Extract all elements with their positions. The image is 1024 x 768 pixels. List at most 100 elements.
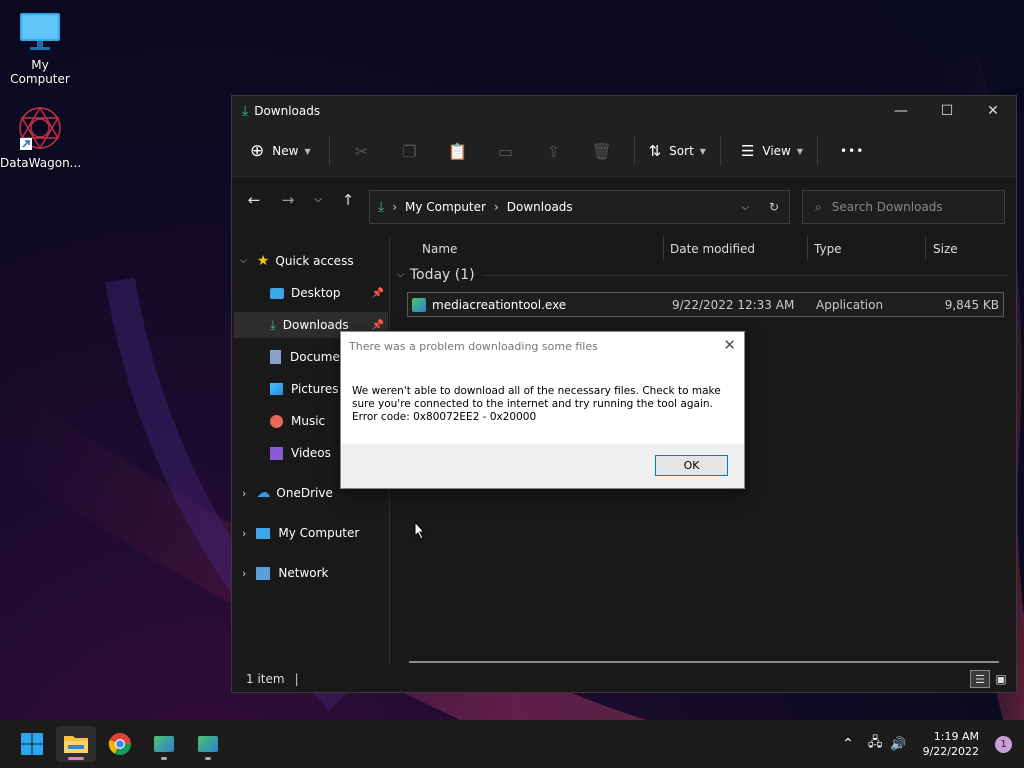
- notification-badge[interactable]: 1: [995, 735, 1012, 753]
- horizontal-scrollbar[interactable]: [409, 661, 999, 663]
- divider: [807, 236, 808, 260]
- column-header-name[interactable]: Name: [422, 242, 457, 256]
- download-icon: ⤓: [378, 199, 385, 215]
- divider: |: [294, 672, 299, 686]
- taskbar-chrome[interactable]: [100, 726, 140, 762]
- copy-icon[interactable]: ❐: [386, 142, 434, 161]
- dialog-message-line: sure you're connected to the internet an…: [352, 398, 713, 410]
- sidebar-item-pictures[interactable]: Pictures: [270, 376, 339, 402]
- divider: [925, 236, 926, 260]
- network-status-icon[interactable]: 🖧: [868, 733, 883, 755]
- sidebar-item-label: Desktop: [291, 286, 341, 300]
- sort-icon: ⇅: [648, 142, 662, 160]
- pictures-icon: [270, 383, 283, 395]
- pin-icon[interactable]: 📌: [372, 320, 384, 331]
- chevron-down-icon: ⌵: [397, 270, 404, 280]
- desktop-icon-my-computer[interactable]: My Computer: [0, 10, 80, 86]
- sidebar-item-videos[interactable]: Videos: [270, 440, 331, 466]
- share-icon[interactable]: ⇪: [530, 142, 578, 161]
- divider: [633, 136, 635, 166]
- back-arrow-icon[interactable]: ←: [239, 191, 269, 209]
- title-bar[interactable]: ⤓ Downloads — ☐ ✕: [232, 96, 1016, 126]
- error-code: Error code: 0x80072EE2 - 0x20000: [352, 411, 537, 423]
- sidebar-item-label: Pictures: [291, 382, 339, 396]
- paste-icon[interactable]: 📋: [434, 142, 482, 161]
- status-bar: 1 item | ☰ ▣: [232, 666, 1016, 692]
- dialog-message-line: We weren't able to download all of the n…: [352, 385, 721, 397]
- chevron-right-icon: ›: [242, 566, 247, 580]
- datawagon-logo-icon: [16, 104, 64, 152]
- sidebar-item-desktop[interactable]: Desktop 📌: [270, 280, 388, 306]
- tiles-view-icon[interactable]: ▣: [992, 670, 1010, 688]
- column-header-type[interactable]: Type: [814, 242, 842, 256]
- close-button[interactable]: ✕: [970, 96, 1016, 126]
- recent-locations-chevron-icon[interactable]: ⌵: [303, 194, 333, 205]
- desktop-folder-icon: [270, 287, 284, 299]
- file-type: Application: [816, 297, 884, 312]
- table-row[interactable]: mediacreationtool.exe 9/22/2022 12:33 AM…: [407, 292, 1004, 317]
- volume-icon[interactable]: 🔊: [890, 737, 906, 752]
- windows-logo-icon: [21, 733, 43, 755]
- rename-icon[interactable]: ▭: [482, 142, 530, 161]
- more-options-button[interactable]: •••: [840, 144, 864, 158]
- sidebar-item-onedrive[interactable]: › ☁ OneDrive: [242, 480, 333, 506]
- new-button[interactable]: ⊕ New ▼: [250, 141, 311, 161]
- sidebar-item-network[interactable]: › Network: [242, 560, 329, 586]
- divider: [663, 236, 664, 260]
- cut-icon[interactable]: ✂: [338, 142, 386, 161]
- group-header[interactable]: ⌵ Today (1): [397, 267, 1007, 283]
- clock-time: 1:19 AM: [933, 730, 979, 743]
- divider: [482, 274, 1007, 276]
- minimize-button[interactable]: —: [878, 96, 924, 126]
- network-icon: [256, 566, 271, 580]
- active-indicator: [68, 757, 84, 760]
- forward-arrow-icon[interactable]: →: [273, 191, 303, 209]
- sidebar-item-quick-access[interactable]: ⌵ ★ Quick access: [240, 248, 354, 274]
- error-dialog: There was a problem downloading some fil…: [340, 331, 745, 489]
- ok-button[interactable]: OK: [655, 455, 728, 476]
- desktop-icon-datawagon[interactable]: DataWagon...: [0, 104, 81, 170]
- taskbar-media-creation-tool-1[interactable]: [144, 726, 184, 762]
- videos-icon: [270, 446, 283, 460]
- sort-label: Sort: [669, 144, 694, 158]
- divider: [719, 136, 721, 166]
- more-icon: •••: [840, 144, 865, 158]
- details-view-icon[interactable]: ☰: [970, 670, 990, 688]
- sort-button[interactable]: ⇅ Sort ▼: [649, 142, 706, 160]
- view-list-icon: ☰: [740, 142, 755, 160]
- taskbar-file-explorer[interactable]: [56, 726, 96, 762]
- address-dropdown-icon[interactable]: ⌵: [741, 202, 749, 213]
- chevron-down-icon: ▼: [699, 146, 706, 156]
- star-icon: ★: [256, 253, 270, 269]
- pin-icon[interactable]: 📌: [372, 288, 384, 299]
- divider: [817, 136, 819, 166]
- document-icon: [270, 350, 281, 364]
- delete-icon[interactable]: 🗑: [578, 142, 626, 161]
- sidebar-item-music[interactable]: Music: [270, 408, 325, 434]
- taskbar-media-creation-tool-2[interactable]: [188, 726, 228, 762]
- plus-circle-icon: ⊕: [250, 141, 265, 161]
- search-input[interactable]: ⌕ Search Downloads: [802, 190, 1005, 224]
- installer-icon: [412, 297, 426, 312]
- column-header-size[interactable]: Size: [933, 242, 958, 256]
- chevron-right-icon: ›: [242, 526, 247, 540]
- folder-icon: [64, 736, 88, 753]
- refresh-icon[interactable]: ↻: [769, 200, 779, 214]
- start-button[interactable]: [12, 726, 52, 762]
- sidebar-item-my-computer[interactable]: › My Computer: [242, 520, 359, 546]
- clock[interactable]: 1:19 AM 9/22/2022: [923, 729, 979, 759]
- up-arrow-icon[interactable]: ↑: [333, 191, 363, 209]
- window-title: Downloads: [254, 104, 321, 118]
- breadcrumb-downloads[interactable]: Downloads: [507, 200, 573, 214]
- new-label: New: [272, 144, 299, 158]
- address-bar[interactable]: ⤓ › My Computer › Downloads ⌵ ↻: [369, 190, 790, 224]
- view-button[interactable]: ☰ View ▼: [741, 142, 803, 160]
- show-hidden-icons-chevron-icon[interactable]: ⌃: [842, 736, 854, 752]
- cloud-icon: ☁: [256, 485, 271, 501]
- close-icon[interactable]: ✕: [723, 336, 736, 354]
- column-header-date[interactable]: Date modified: [670, 242, 755, 256]
- maximize-button[interactable]: ☐: [924, 96, 970, 126]
- chevron-down-icon: ▼: [304, 146, 311, 156]
- dialog-message: We weren't able to download all of the n…: [352, 385, 732, 424]
- breadcrumb-my-computer[interactable]: My Computer: [405, 200, 486, 214]
